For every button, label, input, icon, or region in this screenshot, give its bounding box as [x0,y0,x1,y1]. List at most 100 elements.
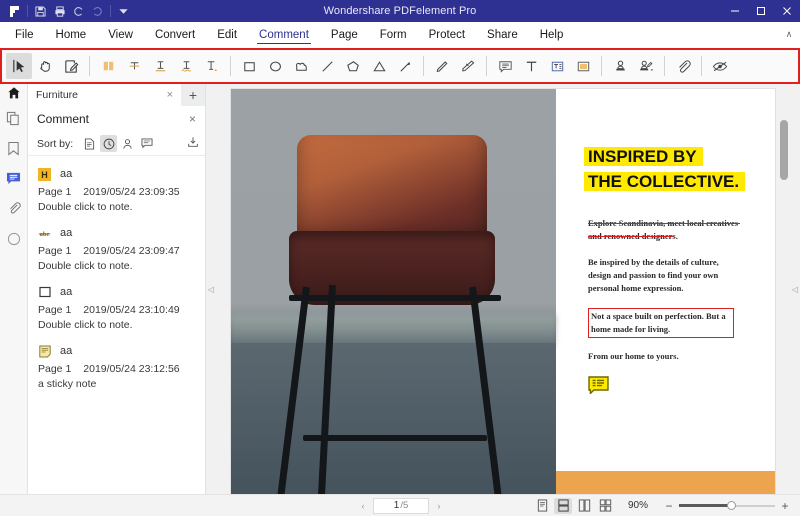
sidebar-attachments[interactable] [0,196,28,226]
attachment-tool[interactable] [670,53,696,79]
text-callout-tool[interactable] [570,53,596,79]
comment-list[interactable]: H aa Page 1 2019/05/24 23:09:35 Double c… [28,156,205,494]
menu-convert[interactable]: Convert [144,22,206,47]
text-box-tool[interactable] [518,53,544,79]
sidebar-thumbnails[interactable] [0,106,28,136]
sticky-note-tool[interactable] [492,53,518,79]
bookmark-icon [7,141,20,161]
menu-form[interactable]: Form [369,22,418,47]
facing-continuous-view-icon[interactable] [596,498,614,514]
scrollbar-thumb[interactable] [780,120,788,180]
menu-home[interactable]: Home [45,22,98,47]
struck-through-text: Explore Scandinavia, meet local creative… [588,217,740,243]
triangle-tool[interactable] [366,53,392,79]
quick-access-dropdown-icon[interactable] [114,2,133,21]
menu-protect[interactable]: Protect [418,22,476,47]
collapse-ribbon-icon[interactable]: ∧ [778,22,800,47]
edit-note-tool[interactable] [58,53,84,79]
highlight-tool[interactable] [95,53,121,79]
document-viewer[interactable]: INSPIRED BY THE COLLECTIVE. Explore Scan… [216,84,790,494]
panel-splitter-left[interactable]: ◁ [206,84,216,494]
list-item[interactable]: aa Page 1 2019/05/24 23:12:56 a sticky n… [28,338,205,397]
rectangle-tool[interactable] [236,53,262,79]
sidebar-search[interactable] [0,226,28,256]
comment-text: Double click to note. [38,260,197,272]
close-button[interactable] [774,0,800,22]
ellipse-tool[interactable] [262,53,288,79]
sidebar-comments[interactable] [0,166,28,196]
list-item[interactable]: H aa Page 1 2019/05/24 23:09:35 Double c… [28,161,205,220]
comment-author: aa [60,345,72,357]
redo-icon[interactable] [88,2,107,21]
sort-by-page-icon[interactable] [81,135,98,152]
chair-illustration [269,135,519,494]
zoom-slider-handle[interactable] [727,501,736,510]
menu-page[interactable]: Page [320,22,369,47]
comment-page: Page 1 [38,186,71,198]
strikethrough-line [588,223,740,224]
pages-icon [6,111,21,131]
close-comment-panel-icon[interactable]: × [186,112,199,126]
menu-view[interactable]: View [97,22,144,47]
eraser-tool[interactable] [455,53,481,79]
menu-comment[interactable]: Comment [248,22,320,47]
pdf-page: INSPIRED BY THE COLLECTIVE. Explore Scan… [231,89,775,494]
menu-help[interactable]: Help [529,22,575,47]
zoom-in-button[interactable]: + [778,499,792,513]
app-logo-icon [5,2,24,21]
select-tool[interactable] [6,53,32,79]
sidebar-bookmarks[interactable] [0,136,28,166]
strikethrough-tool[interactable] [121,53,147,79]
line-tool[interactable] [314,53,340,79]
page-number-input[interactable]: 1 /5 [373,498,429,514]
list-item[interactable]: abc aa Page 1 2019/05/24 23:09:47 Double… [28,220,205,279]
underline-tool[interactable] [147,53,173,79]
home-icon [7,86,21,105]
chevron-left-icon: ◁ [792,285,798,294]
quick-access-toolbar [0,2,133,21]
body-paragraph: Be inspired by the details of culture, d… [588,256,738,296]
hide-comments-tool[interactable] [707,53,733,79]
menu-file[interactable]: File [4,22,45,47]
new-tab-button[interactable]: + [181,84,205,106]
arrow-tool[interactable] [392,53,418,79]
signoff-text: From our home to yours. [588,351,749,361]
highlight-badge-icon: H [38,168,51,181]
maximize-button[interactable] [748,0,774,22]
hand-tool[interactable] [32,53,58,79]
pencil-tool[interactable] [429,53,455,79]
continuous-view-icon[interactable] [554,498,572,514]
stamp-tool[interactable] [607,53,633,79]
custom-stamp-tool[interactable] [633,53,659,79]
viewer-scrollbar[interactable] [780,90,788,488]
list-item[interactable]: aa Page 1 2019/05/24 23:10:49 Double cli… [28,279,205,338]
caret-insert-tool[interactable] [199,53,225,79]
menu-share[interactable]: Share [476,22,529,47]
print-icon[interactable] [50,2,69,21]
export-comments-icon[interactable] [187,136,199,151]
undo-icon[interactable] [69,2,88,21]
panel-splitter-right[interactable]: ◁ [790,84,800,494]
comment-author: aa [60,286,72,298]
zoom-level-value[interactable]: 90% [617,500,659,511]
document-tab-furniture[interactable]: Furniture × [28,84,181,106]
next-page-button[interactable]: › [431,501,447,511]
close-tab-icon[interactable]: × [163,89,177,101]
sort-by-time-icon[interactable] [100,135,117,152]
cloud-tool[interactable] [288,53,314,79]
sort-by-author-icon[interactable] [119,135,136,152]
squiggly-underline-tool[interactable] [173,53,199,79]
save-icon[interactable] [31,2,50,21]
sticky-note-annotation-icon[interactable] [588,376,609,394]
menu-edit[interactable]: Edit [206,22,248,47]
facing-view-icon[interactable] [575,498,593,514]
previous-page-button[interactable]: ‹ [355,501,371,511]
sort-by-type-icon[interactable] [138,135,155,152]
zoom-slider[interactable] [679,500,775,512]
single-page-view-icon[interactable] [533,498,551,514]
zoom-out-button[interactable]: − [662,499,676,513]
typewriter-tool[interactable] [544,53,570,79]
minimize-button[interactable] [722,0,748,22]
polygon-tool[interactable] [340,53,366,79]
sidebar-home[interactable] [0,84,27,106]
